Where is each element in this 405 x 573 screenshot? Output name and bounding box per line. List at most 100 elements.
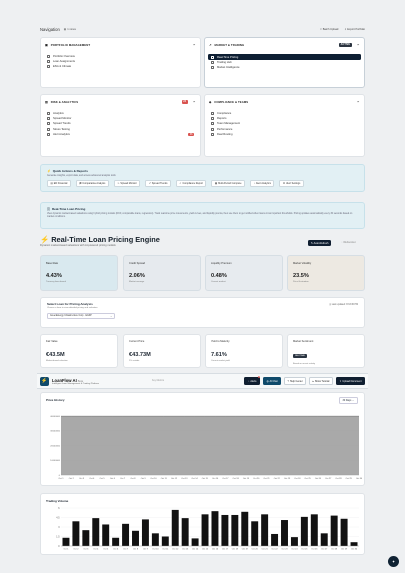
y-tick-label: 6 xyxy=(58,508,60,510)
value-number: €43.73M xyxy=(129,352,151,358)
metric-base-rate: Base Rate 4.43% Treasury benchmark xyxy=(40,255,118,291)
item-icon xyxy=(47,122,50,126)
show-tutorial-button[interactable]: ▸ Show Tutorial xyxy=(309,377,333,385)
upload-icon: ⇪ xyxy=(339,379,342,383)
auto-refresh-button[interactable]: ↻ Auto-Refresh xyxy=(308,240,332,246)
x-tick-label: Oct 21 xyxy=(262,548,269,551)
volume-bar xyxy=(310,514,318,546)
nav-item-market-intelligence[interactable]: Market Intelligence xyxy=(211,65,358,70)
info-banner-text: View dynamic market-based valuations usi… xyxy=(47,212,353,218)
x-tick-label: Oct 5 xyxy=(103,548,109,551)
chat-icon: ◍ xyxy=(266,379,269,383)
panel-risk-analytics: ▥ Risk & Analytics 24 ⌃ Analytics Spread… xyxy=(40,94,201,157)
nav-item-alert-analytics[interactable]: Alert Analytics 36 xyxy=(47,132,194,137)
nav-item-esg-climate[interactable]: ESG & Climate xyxy=(47,64,194,69)
x-tick-label: Oct 18 xyxy=(233,477,240,480)
loan-select[interactable]: GreenEnergy Infrastructure Corp · EGIIP ⌄ xyxy=(47,313,115,319)
page: Navigation ▦ 1 views ⇪ Batch Upload ⇩ Exp… xyxy=(0,0,405,573)
chevron-up-icon[interactable]: ⌃ xyxy=(193,100,196,105)
item-icon xyxy=(211,132,214,136)
x-tick-label: Oct 13 xyxy=(182,548,189,551)
volume-bar xyxy=(211,511,219,546)
nav-item-deal-routing[interactable]: Deal Routing xyxy=(211,132,358,137)
spread-monitor-button[interactable]: ∿ Spread Monitor xyxy=(113,179,141,187)
price-history-card: Price History 30 Days ⌄ 0 10000000 2000000… xyxy=(40,392,365,486)
spread-trends-button[interactable]: ↗ Spread Trends xyxy=(145,179,171,187)
period-select[interactable]: 30 Days ⌄ xyxy=(338,397,358,404)
comparative-analysis-button[interactable]: ⇄ Comparative Analysis xyxy=(75,179,109,187)
item-icon xyxy=(211,66,214,70)
lightning-icon: ⚡ xyxy=(47,169,51,173)
value-sub: 2% outside xyxy=(129,359,140,362)
chat-fab[interactable]: ✦ xyxy=(388,556,399,567)
x-tick-label: Oct 20 xyxy=(253,477,260,480)
x-tick-label: Oct 15 xyxy=(202,477,209,480)
volume-bar xyxy=(62,537,70,546)
x-tick-label: Oct 5 xyxy=(100,477,106,480)
help-center-button[interactable]: ? Help Center xyxy=(284,377,307,385)
alert-analytics-button[interactable]: ◔ Alert Analytics xyxy=(249,179,275,187)
ed-financial-button[interactable]: ▤ ED Financial xyxy=(47,179,71,187)
volume-bar xyxy=(241,511,249,546)
volume-bar xyxy=(320,533,328,546)
metric-credit-spread: Credit Spread 2.06% Market average xyxy=(123,255,201,291)
item-icon xyxy=(211,55,214,59)
item-icon xyxy=(211,112,214,116)
x-tick-label: Oct 1 xyxy=(59,477,65,480)
panel-header[interactable]: ▥ Risk & Analytics 24 ⌃ xyxy=(41,95,200,109)
batch-upload-button[interactable]: ⇪ Batch Upload xyxy=(320,28,339,31)
volume-bar xyxy=(112,537,120,546)
x-tick-label: Oct 27 xyxy=(321,548,328,551)
value-sub: Based on recent activity xyxy=(293,362,316,365)
download-icon: ⇩ xyxy=(344,28,347,31)
price-history-title: Price History xyxy=(46,398,65,402)
alerts-button[interactable]: ◔ Alerts 3 xyxy=(244,376,261,385)
volume-bar xyxy=(132,530,139,546)
item-icon xyxy=(47,65,50,69)
value-label: Current Price xyxy=(129,340,145,343)
view-count[interactable]: ▦ 1 views xyxy=(64,28,76,31)
market-sentiment-card: Market Sentiment NEUTRAL Based on recent… xyxy=(287,334,365,368)
x-tick-label: Oct 26 xyxy=(315,477,322,480)
lightning-icon: ⚡ xyxy=(40,235,50,244)
panel-header[interactable]: ↗ Market & Trading Active ⌃ xyxy=(205,38,364,52)
doc-icon: ▤ xyxy=(50,181,53,185)
y-tick-label: 4.5 xyxy=(56,517,60,519)
panel-header[interactable]: ▣ Portfolio Management ⌃ xyxy=(41,38,200,52)
x-tick-label: Oct 7 xyxy=(120,477,126,480)
volume-bar xyxy=(221,514,229,546)
x-tick-label: Oct 29 xyxy=(341,548,348,551)
item-icon xyxy=(47,55,50,59)
y-tick-label: 10000000 xyxy=(50,460,61,462)
fair-value-card: Fair Value €43.5M Market-based valuation xyxy=(40,334,118,368)
volume-bar xyxy=(141,519,149,546)
volume-bar xyxy=(151,533,159,546)
chevron-up-icon[interactable]: ⌃ xyxy=(357,100,360,105)
current-price-card: Current Price €43.73M 2% outside xyxy=(123,334,201,368)
x-tick-label: Oct 19 xyxy=(242,548,249,551)
export-portfolio-button[interactable]: ⇩ Export Portfolio xyxy=(344,28,365,31)
item-icon xyxy=(211,61,214,65)
quick-actions-title: Quick Actions & Reports xyxy=(52,169,88,173)
x-tick-label: Oct 15 xyxy=(202,548,209,551)
multi-period-compare-button[interactable]: ▦ Multi-Period Compare xyxy=(211,179,245,187)
compliance-report-button[interactable]: ✓ Compliance Report xyxy=(175,179,207,187)
x-tick-label: Oct 22 xyxy=(274,477,281,480)
x-tick-label: Oct 23 xyxy=(284,477,291,480)
item-icon xyxy=(47,60,50,64)
chevron-up-icon[interactable]: ⌃ xyxy=(193,43,196,48)
chevron-up-icon[interactable]: ⌃ xyxy=(357,43,360,48)
item-icon xyxy=(47,117,50,121)
upload-document-button[interactable]: ⇪ Upload Document xyxy=(335,377,365,385)
metric-value: 4.43% xyxy=(46,273,62,279)
trading-volume-title: Trading Volume xyxy=(46,499,69,503)
metric-sub: Price fluctuation xyxy=(293,281,309,283)
alert-settings-button[interactable]: ⚙ Alert Settings xyxy=(279,179,304,187)
panel-header[interactable]: ◈ Compliance & Teams ⌃ xyxy=(205,95,364,109)
ai-chat-button[interactable]: ◍ AI Chat xyxy=(262,377,282,385)
volume-bar xyxy=(271,533,279,546)
x-tick-label: Oct 7 xyxy=(123,548,129,551)
value-label: Fair Value xyxy=(46,340,58,343)
y-tick-label: 30000000 xyxy=(50,431,61,433)
value-number: €43.5M xyxy=(46,352,65,358)
